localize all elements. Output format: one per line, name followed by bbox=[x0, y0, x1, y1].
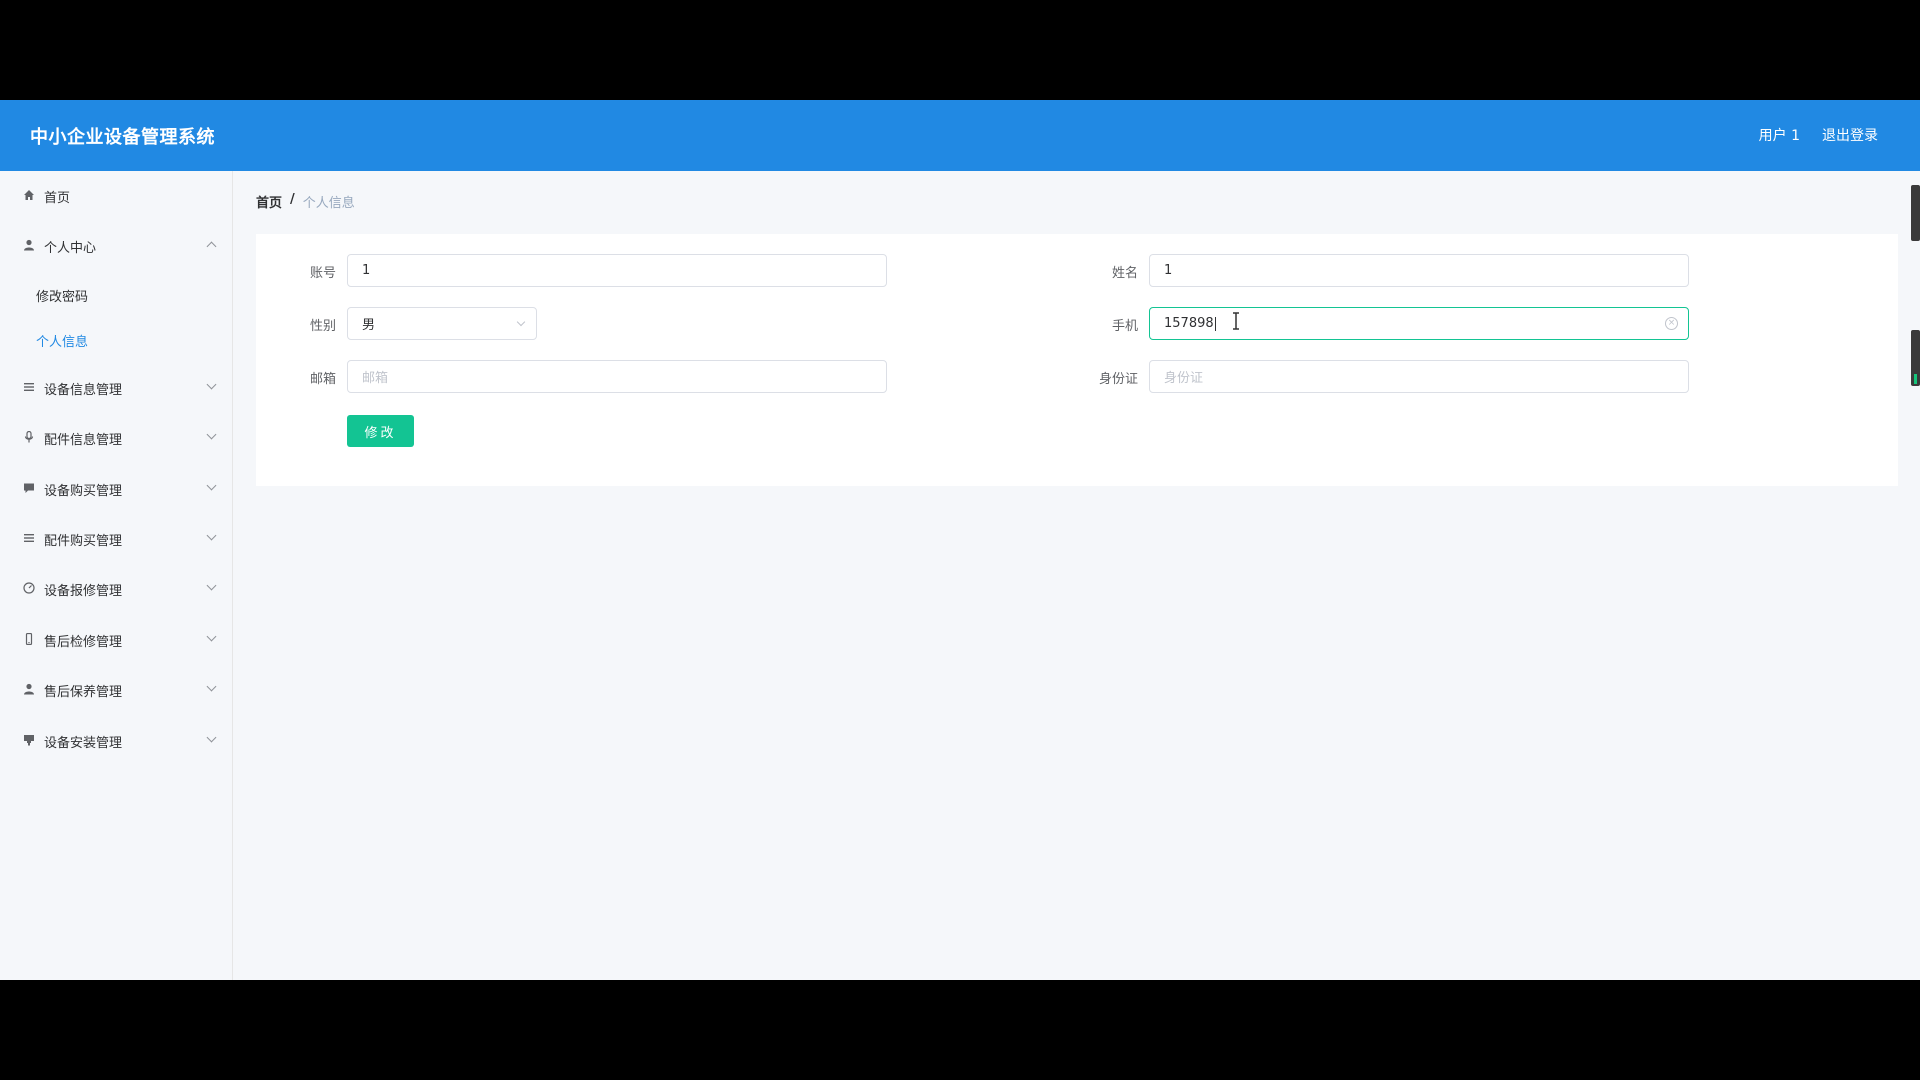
sidebar-item-after-sales-maintenance[interactable]: 售后保养管理 bbox=[0, 665, 233, 715]
scrollbar-thumb[interactable] bbox=[1911, 330, 1920, 386]
app-title: 中小企业设备管理系统 bbox=[30, 127, 215, 148]
top-right-actions: 用户 1 退出登录 bbox=[1759, 125, 1878, 145]
sidebar-item-label: 设备安装管理 bbox=[44, 735, 123, 751]
sidebar-item-personal-center[interactable]: 个人中心 bbox=[0, 221, 233, 271]
idcard-label: 身份证 bbox=[1098, 372, 1138, 387]
sidebar-item-parts-info[interactable]: 配件信息管理 bbox=[0, 413, 233, 463]
sidebar-item-label: 售后检修管理 bbox=[44, 634, 123, 650]
account-field[interactable]: 1 bbox=[347, 254, 887, 287]
chevron-down-icon bbox=[206, 480, 217, 491]
chevron-down-icon bbox=[206, 379, 217, 390]
gauge-icon bbox=[22, 581, 36, 597]
gender-value: 男 bbox=[362, 318, 376, 333]
chevron-down-icon bbox=[516, 317, 526, 327]
sidebar-item-equipment-info[interactable]: 设备信息管理 bbox=[0, 363, 233, 413]
logout-link[interactable]: 退出登录 bbox=[1822, 125, 1878, 145]
scrollbar-top[interactable] bbox=[1911, 185, 1920, 241]
phone-label: 手机 bbox=[1111, 319, 1138, 334]
phone-field[interactable]: 157898 × bbox=[1149, 307, 1689, 340]
chevron-down-icon bbox=[206, 631, 217, 642]
sidebar-item-home[interactable]: 首页 bbox=[0, 171, 233, 221]
sidebar-item-label: 设备信息管理 bbox=[44, 382, 123, 398]
top-bar: 中小企业设备管理系统 用户 1 退出登录 bbox=[0, 100, 1920, 171]
idcard-field[interactable]: 身份证 bbox=[1149, 360, 1689, 393]
breadcrumb: 首页 / 个人信息 bbox=[256, 192, 355, 211]
chevron-down-icon bbox=[206, 681, 217, 692]
submit-button[interactable]: 修改 bbox=[347, 415, 414, 447]
home-icon bbox=[22, 189, 36, 204]
breadcrumb-separator: / bbox=[290, 192, 295, 207]
user-name[interactable]: 用户 1 bbox=[1759, 125, 1800, 145]
person-icon bbox=[22, 683, 36, 698]
chevron-down-icon bbox=[206, 429, 217, 440]
account-label: 账号 bbox=[309, 266, 336, 281]
sidebar-subitem-personal-info[interactable]: 个人信息 bbox=[0, 318, 233, 363]
sidebar-item-label: 配件信息管理 bbox=[44, 432, 123, 448]
list-icon bbox=[22, 381, 36, 396]
sidebar-item-label: 个人中心 bbox=[44, 240, 97, 256]
sidebar-subitem-label: 修改密码 bbox=[36, 290, 89, 305]
name-field[interactable]: 1 bbox=[1149, 254, 1689, 287]
clear-icon[interactable]: × bbox=[1665, 317, 1678, 330]
sidebar-subitem-label: 个人信息 bbox=[36, 335, 89, 350]
breadcrumb-current: 个人信息 bbox=[302, 196, 355, 211]
user-icon bbox=[22, 239, 36, 254]
sidebar: 首页 个人中心 修改密码 个人信息 设备信息管理 配件信息管理 设备购买管理 配… bbox=[0, 171, 233, 980]
app-frame: 中小企业设备管理系统 用户 1 退出登录 首页 个人中心 修改密码 个人信息 设… bbox=[0, 100, 1920, 980]
name-value: 1 bbox=[1164, 263, 1173, 278]
sidebar-item-equipment-installation[interactable]: 设备安装管理 bbox=[0, 716, 233, 766]
gender-select[interactable]: 男 bbox=[347, 307, 537, 340]
idcard-placeholder: 身份证 bbox=[1164, 371, 1204, 386]
cup-icon bbox=[22, 734, 36, 749]
account-value: 1 bbox=[362, 263, 371, 278]
sidebar-item-label: 配件购买管理 bbox=[44, 533, 123, 549]
email-placeholder: 邮箱 bbox=[362, 371, 389, 386]
sidebar-item-label: 首页 bbox=[44, 190, 71, 206]
microphone-icon bbox=[22, 430, 36, 446]
list-icon bbox=[22, 532, 36, 547]
text-cursor-icon bbox=[1233, 312, 1239, 330]
chevron-down-icon bbox=[206, 732, 217, 743]
gender-label: 性别 bbox=[309, 319, 336, 334]
sidebar-item-label: 设备报修管理 bbox=[44, 583, 123, 599]
phone-value: 157898 bbox=[1164, 316, 1214, 331]
email-label: 邮箱 bbox=[309, 372, 336, 387]
chevron-down-icon bbox=[206, 580, 217, 591]
sidebar-item-equipment-repair[interactable]: 设备报修管理 bbox=[0, 564, 233, 614]
sidebar-item-after-sales-inspection[interactable]: 售后检修管理 bbox=[0, 615, 233, 665]
sidebar-item-equipment-purchase[interactable]: 设备购买管理 bbox=[0, 464, 233, 514]
mobile-icon bbox=[22, 632, 36, 648]
sidebar-subitem-change-password[interactable]: 修改密码 bbox=[0, 273, 233, 318]
breadcrumb-home[interactable]: 首页 bbox=[256, 192, 282, 211]
sidebar-item-parts-purchase[interactable]: 配件购买管理 bbox=[0, 514, 233, 564]
sidebar-item-label: 设备购买管理 bbox=[44, 483, 123, 499]
text-caret bbox=[1214, 316, 1216, 331]
profile-form-card: 账号 1 姓名 1 性别 男 手机 157898 × 邮箱 邮箱 身份证 身份证 bbox=[256, 234, 1898, 486]
sidebar-item-label: 售后保养管理 bbox=[44, 684, 123, 700]
email-field[interactable]: 邮箱 bbox=[347, 360, 887, 393]
name-label: 姓名 bbox=[1111, 266, 1138, 281]
chevron-down-icon bbox=[206, 530, 217, 541]
chat-icon bbox=[22, 482, 36, 497]
chevron-up-icon bbox=[206, 241, 217, 252]
